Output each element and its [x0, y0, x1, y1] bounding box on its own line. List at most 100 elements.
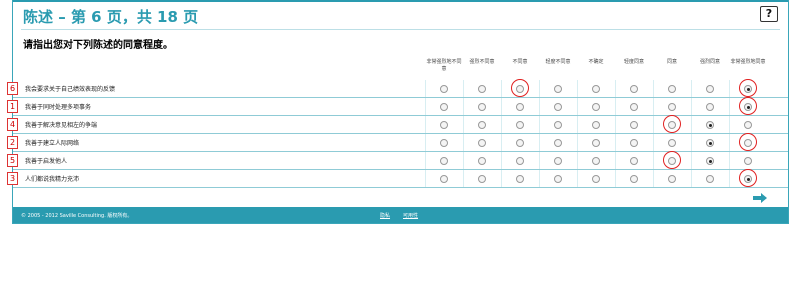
rating-radio[interactable] [706, 139, 714, 147]
help-button[interactable]: ? [760, 6, 778, 22]
column-divider [501, 116, 502, 134]
rating-radio[interactable] [706, 121, 714, 129]
column-divider [615, 98, 616, 116]
terms-link[interactable]: 可用性 [403, 212, 418, 219]
column-divider [425, 134, 426, 152]
next-page-arrow-icon[interactable] [753, 193, 767, 203]
statement-text: 人们都说我精力充沛 [25, 176, 80, 183]
column-divider [539, 80, 540, 98]
column-divider [425, 80, 426, 98]
scale-label: 非常强烈地同意 [730, 59, 766, 65]
rating-radio[interactable] [592, 85, 600, 93]
rating-radio[interactable] [478, 139, 486, 147]
column-divider [425, 170, 426, 188]
rating-radio[interactable] [516, 85, 524, 93]
column-divider [653, 152, 654, 170]
rating-radio[interactable] [744, 85, 752, 93]
column-divider [729, 170, 730, 188]
scale-label: 非常强烈地不同意 [426, 59, 462, 72]
rating-radio[interactable] [706, 157, 714, 165]
rating-radio[interactable] [668, 175, 676, 183]
statement-row: 4 我善于解决意见相左的争端 [7, 115, 788, 134]
rating-radio[interactable] [630, 157, 638, 165]
scale-label: 轻度同意 [623, 59, 644, 65]
rating-radio[interactable] [554, 157, 562, 165]
column-divider [653, 98, 654, 116]
rating-radio[interactable] [706, 85, 714, 93]
rating-radio[interactable] [630, 175, 638, 183]
rating-radio[interactable] [440, 85, 448, 93]
rating-radio[interactable] [554, 139, 562, 147]
rating-radio[interactable] [554, 175, 562, 183]
rating-radio[interactable] [478, 103, 486, 111]
column-divider [691, 134, 692, 152]
rating-radio[interactable] [592, 103, 600, 111]
rating-radio[interactable] [592, 175, 600, 183]
rating-radio[interactable] [440, 139, 448, 147]
column-divider [577, 98, 578, 116]
rating-radio[interactable] [516, 103, 524, 111]
column-divider [691, 170, 692, 188]
statement-text: 我会要求关于自己绩效表现的反馈 [25, 86, 116, 93]
rating-radio[interactable] [630, 121, 638, 129]
rating-radio[interactable] [744, 103, 752, 111]
statement-number-annotation: 5 [7, 154, 18, 167]
rating-radio[interactable] [516, 139, 524, 147]
statement-number-annotation: 1 [7, 100, 18, 113]
rating-radio[interactable] [478, 85, 486, 93]
column-divider [539, 170, 540, 188]
rating-radio[interactable] [554, 85, 562, 93]
rating-radio[interactable] [630, 139, 638, 147]
column-divider [539, 98, 540, 116]
rating-radio[interactable] [706, 175, 714, 183]
column-divider [501, 80, 502, 98]
column-divider [691, 98, 692, 116]
rating-radio[interactable] [554, 121, 562, 129]
rating-radio[interactable] [440, 175, 448, 183]
rating-radio[interactable] [592, 157, 600, 165]
rating-radio[interactable] [478, 175, 486, 183]
copyright-text: © 2005 - 2012 Saville Consulting. 版权所有。 [21, 213, 133, 219]
privacy-link[interactable]: 隐私 [380, 212, 390, 219]
rating-radio[interactable] [592, 121, 600, 129]
rating-radio[interactable] [668, 103, 676, 111]
scale-header: 非常强烈地不同意 强烈不同意 不同意 轻度不同意 不确定 轻度同意 同意 强烈同意 非常强烈地同… [13, 59, 788, 79]
column-divider [577, 80, 578, 98]
rating-radio[interactable] [706, 103, 714, 111]
page-title: 陈述 – 第 6 页，共 18 页 [23, 8, 199, 26]
rating-radio[interactable] [440, 103, 448, 111]
rating-radio[interactable] [668, 121, 676, 129]
rating-radio[interactable] [440, 157, 448, 165]
column-divider [463, 80, 464, 98]
rating-radio[interactable] [478, 121, 486, 129]
rating-radio[interactable] [478, 157, 486, 165]
rating-radio[interactable] [516, 121, 524, 129]
rating-radio[interactable] [516, 157, 524, 165]
column-divider [577, 116, 578, 134]
rating-radio[interactable] [592, 139, 600, 147]
statement-row: 5 我善于启发他人 [7, 151, 788, 170]
rating-radio[interactable] [744, 157, 752, 165]
questionnaire-panel: 陈述 – 第 6 页，共 18 页 ? 请指出您对下列陈述的同意程度。 非常强烈… [7, 0, 789, 224]
statement-text: 我善于解决意见相左的争端 [25, 122, 98, 129]
column-divider [691, 116, 692, 134]
rating-radio[interactable] [630, 103, 638, 111]
rating-radio[interactable] [554, 103, 562, 111]
column-divider [729, 98, 730, 116]
rating-radio[interactable] [744, 175, 752, 183]
rating-radio[interactable] [668, 139, 676, 147]
rating-radio[interactable] [630, 85, 638, 93]
column-divider [653, 134, 654, 152]
column-divider [501, 98, 502, 116]
column-divider [615, 80, 616, 98]
rating-radio[interactable] [744, 121, 752, 129]
column-divider [729, 134, 730, 152]
column-divider [577, 134, 578, 152]
column-divider [539, 152, 540, 170]
rating-radio[interactable] [668, 157, 676, 165]
rating-radio[interactable] [516, 175, 524, 183]
rating-radio[interactable] [668, 85, 676, 93]
statement-row: 2 我善于建立人际网络 [7, 133, 788, 152]
rating-radio[interactable] [440, 121, 448, 129]
rating-radio[interactable] [744, 139, 752, 147]
